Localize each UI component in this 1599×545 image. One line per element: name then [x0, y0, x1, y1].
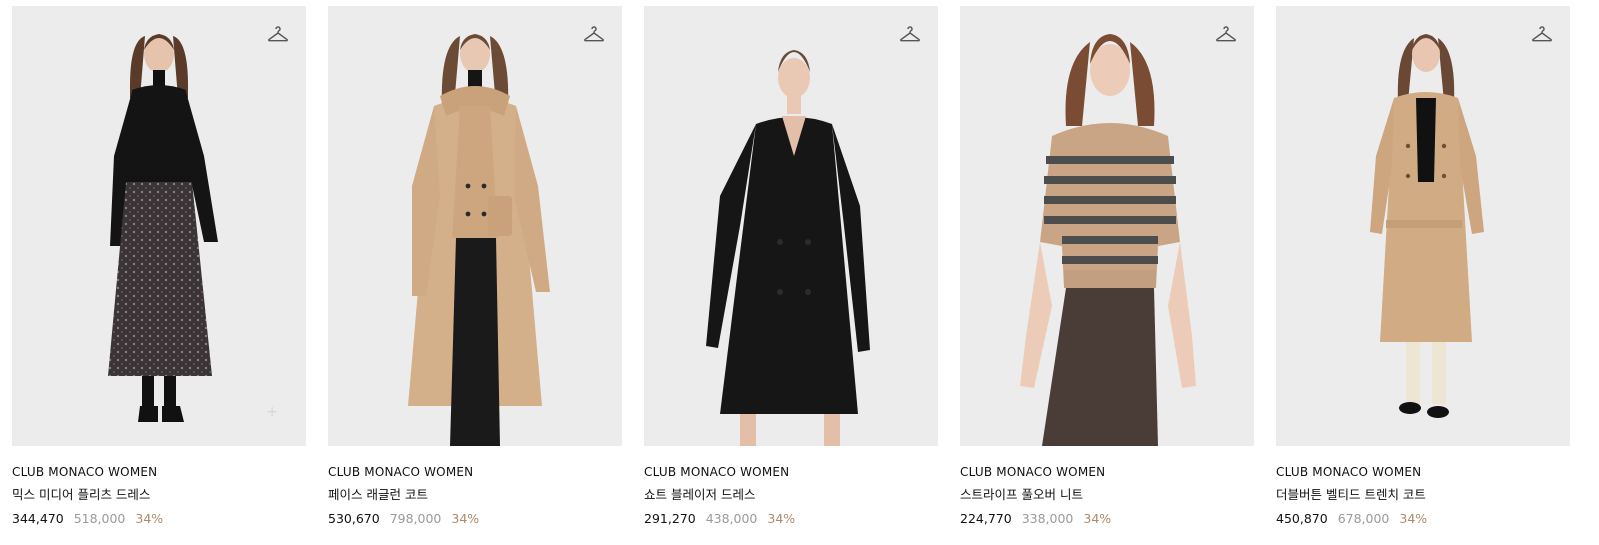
product-image[interactable] — [644, 6, 938, 446]
sale-price: 224,770 — [960, 511, 1012, 526]
price-row: 344,470 518,000 34% — [12, 511, 306, 527]
price-row: 450,870 678,000 34% — [1276, 511, 1570, 527]
product-card[interactable]: CLUB MONACO WOMEN 페이스 래글런 코트 530,670 798… — [328, 6, 622, 527]
product-image[interactable] — [328, 6, 622, 446]
product-brand[interactable]: CLUB MONACO WOMEN — [328, 464, 622, 480]
price-row: 291,270 438,000 34% — [644, 511, 938, 527]
discount-rate: 34% — [451, 511, 480, 526]
hanger-icon[interactable] — [898, 22, 922, 46]
product-card[interactable]: CLUB MONACO WOMEN 더블버튼 벨티드 트렌치 코트 450,87… — [1276, 6, 1570, 527]
product-photo-blazer-dress — [706, 50, 870, 446]
original-price: 338,000 — [1021, 511, 1074, 526]
original-price: 678,000 — [1337, 511, 1390, 526]
product-image[interactable] — [1276, 6, 1570, 446]
sale-price: 291,270 — [644, 511, 696, 526]
product-image[interactable]: + — [12, 6, 306, 446]
product-photo-knit — [1020, 34, 1196, 446]
product-name[interactable]: 쇼트 블레이저 드레스 — [644, 487, 938, 503]
sale-price: 530,670 — [328, 511, 380, 526]
hanger-icon[interactable] — [1214, 22, 1238, 46]
product-name[interactable]: 스트라이프 풀오버 니트 — [960, 487, 1254, 503]
original-price: 798,000 — [389, 511, 442, 526]
sale-price: 344,470 — [12, 511, 64, 526]
product-image[interactable] — [960, 6, 1254, 446]
hanger-icon[interactable] — [582, 22, 606, 46]
product-photo-trench — [1370, 34, 1484, 418]
price-row: 224,770 338,000 34% — [960, 511, 1254, 527]
product-brand[interactable]: CLUB MONACO WOMEN — [12, 464, 306, 480]
hanger-icon[interactable] — [266, 22, 290, 46]
product-card[interactable]: CLUB MONACO WOMEN 쇼트 블레이저 드레스 291,270 43… — [644, 6, 938, 527]
discount-rate: 34% — [1399, 511, 1428, 526]
product-card[interactable]: CLUB MONACO WOMEN 스트라이프 풀오버 니트 224,770 3… — [960, 6, 1254, 527]
product-brand[interactable]: CLUB MONACO WOMEN — [960, 464, 1254, 480]
price-row: 530,670 798,000 34% — [328, 511, 622, 527]
product-name[interactable]: 페이스 래글런 코트 — [328, 487, 622, 503]
sale-price: 450,870 — [1276, 511, 1328, 526]
product-name[interactable]: 더블버튼 벨티드 트렌치 코트 — [1276, 487, 1570, 503]
product-name[interactable]: 믹스 미디어 플리츠 드레스 — [12, 487, 306, 503]
product-grid: + CLUB MONACO WOMEN 믹스 미디어 플리츠 드레스 344,4… — [12, 6, 1570, 527]
original-price: 438,000 — [705, 511, 758, 526]
product-photo-dress — [108, 34, 218, 422]
discount-rate: 34% — [767, 511, 796, 526]
product-card[interactable]: + CLUB MONACO WOMEN 믹스 미디어 플리츠 드레스 344,4… — [12, 6, 306, 527]
hanger-icon[interactable] — [1530, 22, 1554, 46]
product-brand[interactable]: CLUB MONACO WOMEN — [1276, 464, 1570, 480]
plus-icon[interactable]: + — [266, 404, 278, 420]
discount-rate: 34% — [135, 511, 164, 526]
product-brand[interactable]: CLUB MONACO WOMEN — [644, 464, 938, 480]
product-photo-coat — [408, 34, 550, 446]
original-price: 518,000 — [73, 511, 126, 526]
discount-rate: 34% — [1083, 511, 1112, 526]
